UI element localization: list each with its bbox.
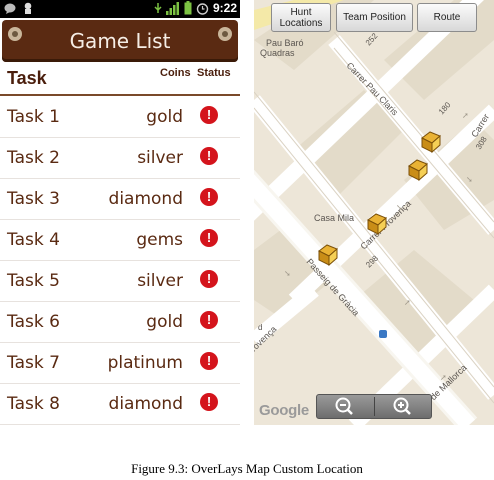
alert-icon: ! <box>200 147 218 165</box>
map-canvas[interactable]: Pau Baró Quadras 252 Carrer Pau Claris 1… <box>254 0 494 425</box>
task-row[interactable]: Task 8 diamond ! <box>0 384 240 425</box>
game-list-screen: 9:22 Game List Task Coins Status Task 1 … <box>0 0 240 425</box>
task-row[interactable]: Task 4 gems ! <box>0 220 240 261</box>
map-screen[interactable]: Pau Baró Quadras 252 Carrer Pau Claris 1… <box>254 0 494 425</box>
task-coins: silver <box>137 271 183 291</box>
clock: 9:22 <box>212 1 237 15</box>
alert-icon: ! <box>200 106 218 124</box>
map-label-pau-baro: Pau Baró <box>266 38 304 48</box>
task-coins: diamond <box>108 189 183 209</box>
task-row[interactable]: Task 3 diamond ! <box>0 179 240 220</box>
zoom-in-button[interactable] <box>375 395 433 418</box>
task-coins: diamond <box>108 394 183 414</box>
zoom-out-button[interactable] <box>317 395 375 418</box>
task-name: Task 2 <box>7 148 60 168</box>
map-label-quadras: Quadras <box>260 48 295 58</box>
android-icon <box>24 2 32 14</box>
task-column-header: Task <box>7 68 47 88</box>
task-name: Task 1 <box>7 107 60 127</box>
nail-right-icon <box>218 27 232 41</box>
task-coins: gems <box>136 230 183 250</box>
title-bar: Game List <box>2 20 238 62</box>
svg-text:➘: ➘ <box>466 175 473 184</box>
svg-text:➘: ➘ <box>284 269 291 278</box>
figure-caption: Figure 9.3: OverLays Map Custom Location <box>131 461 363 476</box>
page-title: Game List <box>69 29 171 53</box>
usb-icon <box>154 2 162 13</box>
task-name: Task 4 <box>7 230 60 250</box>
battery-icon <box>184 1 192 15</box>
task-coins: gold <box>146 107 183 127</box>
svg-text:➚: ➚ <box>462 111 469 120</box>
team-position-button[interactable]: Team Position <box>336 3 413 32</box>
task-name: Task 8 <box>7 394 60 414</box>
map-label-d: d <box>258 323 262 332</box>
table-header: Task Coins Status <box>0 64 240 96</box>
svg-text:➘: ➘ <box>396 203 403 212</box>
status-column-header: Status <box>197 67 231 79</box>
coins-column-header: Coins <box>160 67 191 79</box>
task-row[interactable]: Task 1 gold ! <box>0 97 240 138</box>
zoom-out-icon <box>335 397 353 415</box>
google-logo: Google <box>259 402 309 419</box>
zoom-controls <box>316 394 432 419</box>
signal-icon <box>165 1 179 15</box>
task-coins: platinum <box>107 353 183 373</box>
metro-icon <box>379 330 387 338</box>
alert-icon: ! <box>200 311 218 329</box>
task-list: Task 1 gold ! Task 2 silver ! Task 3 dia… <box>0 97 240 425</box>
zoom-in-icon <box>393 397 411 415</box>
alarm-icon <box>196 2 209 15</box>
task-coins: gold <box>146 312 183 332</box>
task-coins: silver <box>137 148 183 168</box>
task-row[interactable]: Task 7 platinum ! <box>0 343 240 384</box>
task-name: Task 7 <box>7 353 60 373</box>
svg-text:➚: ➚ <box>440 373 447 382</box>
route-button[interactable]: Route <box>417 3 477 32</box>
alert-icon: ! <box>200 188 218 206</box>
task-name: Task 6 <box>7 312 60 332</box>
task-row[interactable]: Task 5 silver ! <box>0 261 240 302</box>
alert-icon: ! <box>200 229 218 247</box>
alert-icon: ! <box>200 393 218 411</box>
status-bar: 9:22 <box>0 0 240 18</box>
task-name: Task 5 <box>7 271 60 291</box>
chat-icon <box>4 3 16 14</box>
hunt-locations-button[interactable]: Hunt Locations <box>271 3 331 32</box>
alert-icon: ! <box>200 270 218 288</box>
task-row[interactable]: Task 6 gold ! <box>0 302 240 343</box>
map-label-casa-mila: Casa Mila <box>314 213 354 223</box>
task-row[interactable]: Task 2 silver ! <box>0 138 240 179</box>
alert-icon: ! <box>200 352 218 370</box>
task-name: Task 3 <box>7 189 60 209</box>
svg-text:➚: ➚ <box>404 298 411 307</box>
